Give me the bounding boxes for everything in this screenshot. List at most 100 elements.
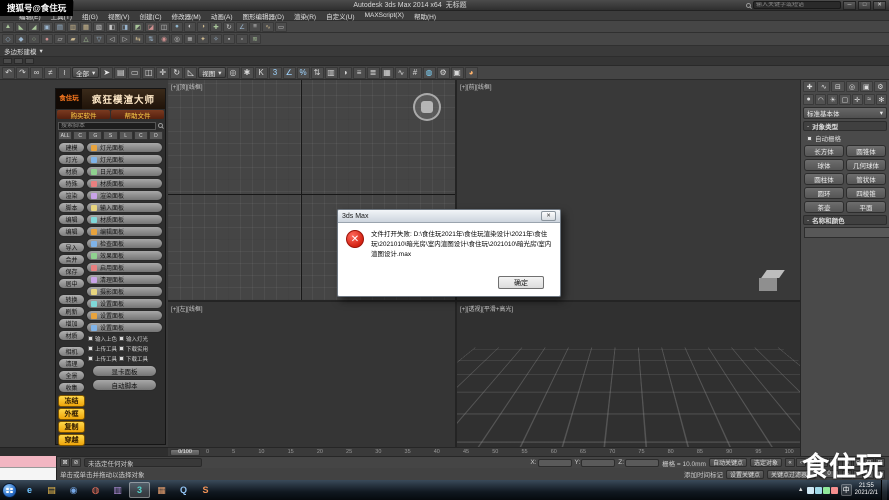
track-bar[interactable]: 0/100 0510152025303540455055606570758085… [168, 447, 800, 456]
plugin-panel-button[interactable]: 灯光面板 [86, 154, 163, 165]
y-coordinate-field[interactable] [581, 459, 615, 467]
minimize-button[interactable]: ─ [843, 1, 856, 10]
chevron-down-icon[interactable]: ▾ [40, 47, 43, 55]
ribbon-icon[interactable]: △ [80, 34, 92, 44]
ribbon-icon[interactable]: ▪ [223, 34, 235, 44]
search-icon[interactable] [158, 123, 163, 128]
autogrid-checkbox[interactable] [807, 136, 812, 141]
plugin-category-button[interactable]: 脚本 [58, 202, 85, 213]
plugin-panel-button[interactable]: 效果面板 [86, 250, 163, 261]
set-key-button[interactable]: 设置关键点 [726, 470, 764, 479]
plugin-category-button[interactable]: 合并 [58, 254, 85, 265]
primitive-button[interactable]: 圆环 [804, 187, 844, 199]
ribbon-icon[interactable]: ◉ [158, 34, 170, 44]
time-slider-handle[interactable]: 0/100 [170, 449, 200, 456]
primitive-button[interactable]: 平面 [846, 201, 886, 213]
tray-message-icon[interactable] [831, 487, 838, 494]
plugin-panel-button[interactable]: 日光面板 [86, 166, 163, 177]
plugin-category-button[interactable]: 特殊 [58, 178, 85, 189]
ribbon-icon[interactable]: ⇅ [145, 34, 157, 44]
ribbon-icon[interactable]: ◧ [106, 22, 118, 32]
primitive-type-dropdown[interactable]: 标准基本体▾ [803, 107, 887, 119]
viewport-label[interactable]: [+][顶][线框] [171, 82, 203, 91]
primitive-button[interactable]: 圆柱体 [804, 173, 844, 185]
ribbon-icon[interactable]: ▰ [67, 34, 79, 44]
menu-item[interactable]: 图形编辑器(D) [238, 11, 290, 20]
plugin-category-button[interactable]: 材质 [58, 166, 85, 177]
ribbon-icon[interactable]: ✚ [210, 22, 222, 32]
plugin-tab[interactable]: 帮助文件 [111, 110, 164, 119]
ribbon-icon[interactable]: ● [41, 34, 53, 44]
taskbar-media-player-icon[interactable]: ◉ [63, 482, 84, 498]
close-button[interactable]: ✕ [873, 1, 886, 10]
go-to-start-button[interactable]: « [785, 458, 795, 467]
ribbon-icon[interactable]: ∿ [262, 22, 274, 32]
unlink-selection-icon[interactable]: ≠ [44, 67, 57, 79]
primitive-button[interactable]: 长方体 [804, 145, 844, 157]
menu-item[interactable]: 渲染(R) [289, 11, 321, 20]
x-coordinate-field[interactable] [538, 459, 572, 467]
plugin-checkbox-row[interactable]: 上传工具下载工具 [86, 354, 163, 363]
plugin-panel-button[interactable]: 渲染面板 [86, 190, 163, 201]
plugin-checkbox-row[interactable]: 输入上色输入灯光 [86, 334, 163, 343]
menu-item[interactable]: 帮助(H) [409, 11, 441, 20]
plugin-filter-button[interactable]: L [119, 131, 133, 140]
viewport-divider-horizontal[interactable] [168, 300, 800, 302]
viewcube[interactable] [757, 270, 785, 296]
angle-snap-icon[interactable]: ∠ [283, 67, 296, 79]
ribbon-icon[interactable]: ◣ [15, 22, 27, 32]
plugin-category-button[interactable]: 居中 [58, 278, 85, 289]
taskbar-ie-icon[interactable]: e [19, 482, 40, 498]
cameras-icon[interactable]: ▢ [839, 94, 850, 105]
ribbon-icon[interactable]: ▭ [275, 22, 287, 32]
plugin-filter-button[interactable]: S [103, 131, 117, 140]
ribbon-icon[interactable]: ◐ [184, 22, 196, 32]
viewport-left[interactable]: [+][左][线框] [168, 302, 455, 447]
viewport-label[interactable]: [+][前][线框] [460, 82, 492, 91]
select-and-link-icon[interactable]: ∞ [30, 67, 43, 79]
schematic-view-icon[interactable]: # [409, 67, 422, 79]
tray-volume-icon[interactable] [815, 487, 822, 494]
use-pivot-center-icon[interactable]: ◎ [227, 67, 240, 79]
ribbon-icon[interactable]: ◑ [197, 22, 209, 32]
maximize-button[interactable]: □ [858, 1, 871, 10]
align-icon[interactable]: ≡ [353, 67, 366, 79]
viewport-perspective[interactable]: [+][透视][平滑+高光] [457, 302, 800, 447]
percent-snap-icon[interactable]: % [297, 67, 310, 79]
checkbox[interactable] [88, 346, 93, 351]
menu-item[interactable]: 动画(A) [206, 11, 238, 20]
primitive-button[interactable]: 球体 [804, 159, 844, 171]
render-production-icon[interactable]: ◕ [465, 67, 478, 79]
menu-item[interactable]: 自定义(U) [321, 11, 360, 20]
selection-lock-icon[interactable]: ⊠ [60, 458, 70, 467]
plugin-category-button[interactable]: 编辑 [58, 214, 85, 225]
plugin-wide-button[interactable]: 显卡面板 [92, 365, 157, 377]
select-and-manipulate-icon[interactable]: ✱ [241, 67, 254, 79]
ribbon-icon[interactable]: ◎ [171, 34, 183, 44]
ribbon-icon[interactable]: ≣ [184, 34, 196, 44]
plugin-category-button[interactable]: 收集 [58, 382, 85, 393]
create-tab-icon[interactable]: ✚ [803, 81, 816, 92]
select-by-name-icon[interactable]: ▤ [114, 67, 127, 79]
plugin-category-button[interactable]: 相机 [58, 346, 85, 357]
ribbon-icon[interactable]: ▧ [93, 22, 105, 32]
object-name-field[interactable] [804, 227, 889, 238]
ribbon-icon[interactable]: ▦ [80, 22, 92, 32]
systems-icon[interactable]: ✻ [876, 94, 887, 105]
redo-icon[interactable]: ↷ [16, 67, 29, 79]
ribbon-icon[interactable]: ◫ [158, 22, 170, 32]
render-setup-icon[interactable]: ⚙ [437, 67, 450, 79]
menu-item[interactable]: 视图(V) [103, 11, 135, 20]
start-button[interactable] [2, 483, 17, 498]
taskbar-chrome-icon[interactable]: ◍ [85, 482, 106, 498]
viewport-layout-tab[interactable] [25, 58, 34, 64]
listener-script-row[interactable] [0, 468, 56, 480]
dialog-title-bar[interactable]: 3ds Max ✕ [338, 210, 560, 223]
plugin-filter-button[interactable]: C [134, 131, 148, 140]
plugin-panel-button[interactable]: 材质面板 [86, 214, 163, 225]
viewport-label[interactable]: [+][透视][平滑+高光] [460, 304, 513, 313]
checkbox[interactable] [88, 356, 93, 361]
viewport-label[interactable]: [+][左][线框] [171, 304, 203, 313]
shapes-icon[interactable]: ◠ [815, 94, 826, 105]
ribbon-icon[interactable]: ▽ [93, 34, 105, 44]
